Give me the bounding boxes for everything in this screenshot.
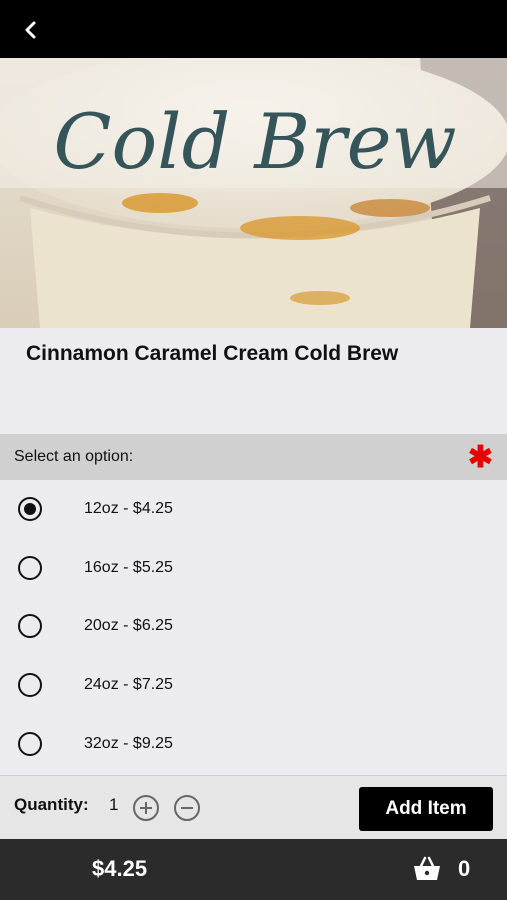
radio-button[interactable] bbox=[18, 556, 42, 580]
quantity-label: Quantity: bbox=[14, 795, 89, 814]
quantity-value: 1 bbox=[109, 795, 119, 814]
top-nav-bar bbox=[0, 0, 507, 58]
option-header-label: Select an option: bbox=[14, 448, 134, 465]
add-item-button[interactable]: Add Item bbox=[359, 787, 493, 831]
plus-circle-icon[interactable] bbox=[133, 795, 159, 821]
radio-button-selected[interactable] bbox=[18, 497, 42, 521]
back-button[interactable] bbox=[14, 14, 46, 46]
option-label: 32oz - $9.25 bbox=[84, 735, 173, 752]
order-total: $4.25 bbox=[92, 856, 148, 881]
option-24oz[interactable]: 24oz - $7.25 bbox=[0, 656, 507, 714]
option-label: 12oz - $4.25 bbox=[84, 500, 173, 517]
radio-button[interactable] bbox=[18, 614, 42, 638]
product-image: Cold Brew bbox=[0, 58, 507, 328]
option-header: Select an option: ✱ bbox=[0, 434, 507, 480]
option-16oz[interactable]: 16oz - $5.25 bbox=[0, 539, 507, 597]
option-32oz[interactable]: 32oz - $9.25 bbox=[0, 715, 507, 773]
basket-icon bbox=[414, 856, 440, 880]
product-title: Cinnamon Caramel Cream Cold Brew bbox=[26, 342, 399, 365]
cart-button[interactable]: 0 bbox=[412, 851, 470, 887]
hero-script-text: Cold Brew bbox=[53, 97, 456, 186]
radio-button[interactable] bbox=[18, 673, 42, 697]
option-label: 20oz - $6.25 bbox=[84, 617, 173, 634]
quantity-bar: Quantity: 1 Add Item bbox=[0, 775, 507, 839]
order-summary-bar: $4.25 0 bbox=[0, 839, 507, 900]
option-label: 24oz - $7.25 bbox=[84, 676, 173, 693]
option-label: 16oz - $5.25 bbox=[84, 559, 173, 576]
product-header: Cinnamon Caramel Cream Cold Brew bbox=[0, 328, 507, 434]
option-list: 12oz - $4.25 16oz - $5.25 20oz - $6.25 2… bbox=[0, 480, 507, 775]
required-asterisk-icon: ✱ bbox=[467, 441, 493, 474]
option-12oz[interactable]: 12oz - $4.25 bbox=[0, 480, 507, 538]
radio-button[interactable] bbox=[18, 732, 42, 756]
chevron-left-icon bbox=[25, 21, 36, 39]
cart-count: 0 bbox=[458, 856, 471, 881]
minus-circle-icon[interactable] bbox=[174, 795, 200, 821]
option-20oz[interactable]: 20oz - $6.25 bbox=[0, 597, 507, 655]
